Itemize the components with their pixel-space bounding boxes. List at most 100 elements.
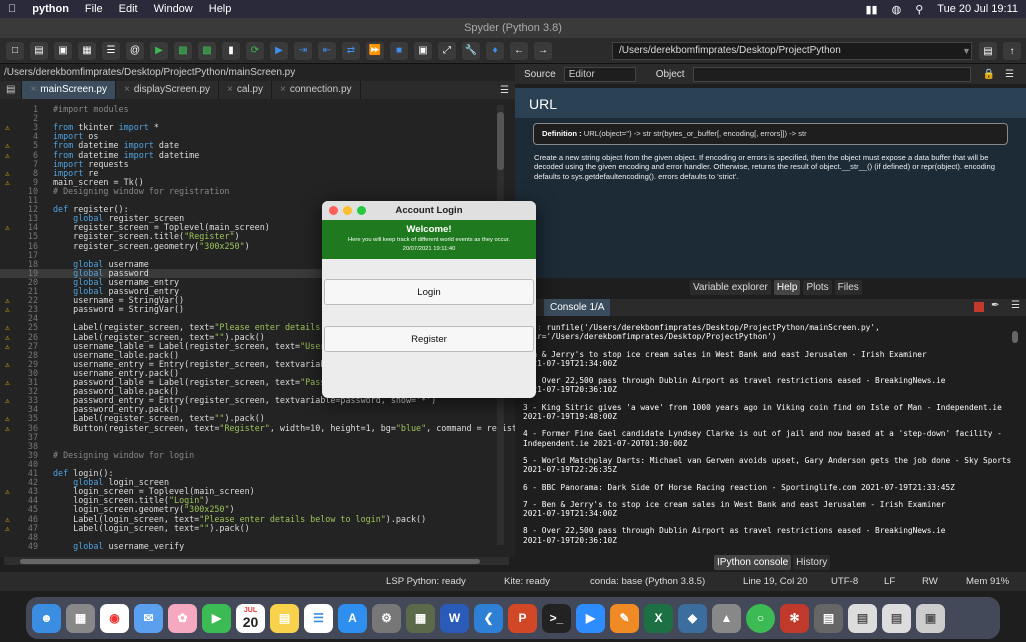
tab-help[interactable]: Help [773, 280, 801, 295]
zoom-window-icon[interactable] [357, 206, 366, 215]
console-scrollbar-thumb[interactable] [1012, 331, 1018, 343]
code-line[interactable]: 36 ⚠ Button(register_screen, text="Regist… [0, 423, 515, 433]
register-button[interactable]: Register [324, 326, 534, 352]
options-menu-icon[interactable]: ☰ [1005, 69, 1014, 80]
new-file-icon[interactable]: □ [6, 41, 24, 60]
preferences-icon[interactable]: 🔧 [462, 41, 480, 60]
close-icon[interactable]: × [30, 84, 36, 95]
warning-icon[interactable]: ⚠ [5, 141, 10, 150]
source-select[interactable]: Editor [563, 66, 636, 82]
list-icon[interactable]: ☰ [102, 41, 120, 60]
warning-icon[interactable]: ⚠ [5, 424, 10, 433]
parent-directory-icon[interactable]: ↑ [1003, 42, 1021, 60]
tab-variable-explorer[interactable]: Variable explorer [690, 280, 771, 295]
login-button[interactable]: Login [324, 279, 534, 305]
mail-icon[interactable]: ✉ [134, 603, 163, 633]
minimize-window-icon[interactable] [343, 206, 352, 215]
warning-icon[interactable]: ⚠ [5, 378, 10, 387]
calendar-icon[interactable]: JUL 20 [236, 603, 265, 633]
vscode-icon[interactable]: ❮ [474, 603, 503, 633]
app-store-icon[interactable]: A [338, 603, 367, 633]
run-selection-icon[interactable]: ▮ [222, 41, 240, 60]
run-cell-icon[interactable]: ▩ [174, 41, 192, 60]
warning-icon[interactable]: ⚠ [5, 414, 10, 423]
reminders-icon[interactable]: ☰ [304, 603, 333, 633]
tab-console[interactable]: Console 1/A [544, 299, 611, 316]
tab-plots[interactable]: Plots [803, 280, 832, 295]
warning-icon[interactable]: ⚠ [5, 223, 10, 232]
close-icon[interactable]: × [227, 84, 233, 95]
mysql-workbench-icon[interactable]: ◆ [678, 603, 707, 633]
clear-console-icon[interactable]: ✒ [991, 300, 999, 311]
tab-files[interactable]: Files [834, 280, 862, 295]
debug-step-return-icon[interactable]: ⇄ [342, 41, 360, 60]
code-line[interactable]: 37 [0, 432, 505, 442]
downloads-folder-icon[interactable]: ▤ [814, 603, 843, 633]
warning-icon[interactable]: ⚠ [5, 305, 10, 314]
save-icon[interactable]: ▣ [54, 41, 72, 60]
back-icon[interactable]: ← [510, 41, 528, 60]
close-window-icon[interactable] [329, 206, 338, 215]
warning-icon[interactable]: ⚠ [5, 515, 10, 524]
photos-icon[interactable]: ✿ [168, 603, 197, 633]
save-all-icon[interactable]: ▦ [78, 41, 96, 60]
finder-icon[interactable]: ☻ [32, 603, 61, 633]
tab-history[interactable]: History [793, 555, 831, 570]
debug-step-icon[interactable]: ⇥ [294, 41, 312, 60]
at-icon[interactable]: @ [126, 41, 144, 60]
search-icon[interactable]: ⚲ [915, 3, 923, 16]
python-path-icon[interactable]: ♦ [486, 41, 504, 60]
menu-window[interactable]: Window [154, 3, 193, 15]
object-input[interactable] [692, 66, 971, 82]
anaconda-icon[interactable]: ○ [746, 603, 775, 633]
zoom-icon[interactable]: ▶ [576, 603, 605, 633]
terminal-icon[interactable]: >_ [542, 603, 571, 633]
apple-icon[interactable]:  [8, 3, 16, 15]
warning-icon[interactable]: ⚠ [5, 396, 10, 405]
warning-icon[interactable]: ⚠ [5, 169, 10, 178]
debug-step-into-icon[interactable]: ⇤ [318, 41, 336, 60]
rerun-icon[interactable]: ⟳ [246, 41, 264, 60]
maximize-pane-icon[interactable]: ▣ [414, 41, 432, 60]
working-directory-input[interactable]: /Users/derekbomfimprates/Desktop/Project… [612, 42, 972, 60]
code-line[interactable]: 1 #import modules [0, 104, 505, 114]
code-line[interactable]: 47 ⚠ Label(login_screen, text="").pack() [0, 523, 505, 533]
document-icon[interactable]: ▤ [848, 603, 877, 633]
warning-icon[interactable]: ⚠ [5, 524, 10, 533]
fullscreen-icon[interactable]: ⤢ [438, 41, 456, 60]
close-icon[interactable]: × [280, 84, 286, 95]
menu-app-name[interactable]: python [32, 3, 69, 15]
code-line[interactable]: 10 # Designing window for registration [0, 186, 505, 196]
close-icon[interactable]: × [124, 84, 130, 95]
ipython-console[interactable]: [7]: runfile('/Users/derekbomfimprates/D… [515, 316, 1026, 552]
chevron-down-icon[interactable]: ▼ [962, 42, 974, 60]
cube-app-icon[interactable]: ▦ [406, 603, 435, 633]
code-line[interactable]: 49 global username_verify [0, 541, 505, 551]
open-file-icon[interactable]: ▤ [30, 41, 48, 60]
warning-icon[interactable]: ⚠ [5, 323, 10, 332]
debug-icon[interactable]: ▶ [270, 41, 288, 60]
battery-icon[interactable]: ▮▮ [865, 3, 877, 16]
warning-icon[interactable]: ⚠ [5, 123, 10, 132]
menu-help[interactable]: Help [209, 3, 232, 15]
debug-continue-icon[interactable]: ⏩ [366, 41, 384, 60]
tab-cal[interactable]: × cal.py [219, 81, 272, 99]
warning-icon[interactable]: ⚠ [5, 151, 10, 160]
warning-icon[interactable]: ⚠ [5, 342, 10, 351]
code-line[interactable]: 39 # Designing window for login [0, 450, 505, 460]
forward-icon[interactable]: → [534, 41, 552, 60]
warning-icon[interactable]: ⚠ [5, 296, 10, 305]
run-icon[interactable]: ▶ [150, 41, 168, 60]
tab-displayscreen[interactable]: × displayScreen.py [116, 81, 219, 99]
tab-ipython-console[interactable]: IPython console [714, 555, 792, 570]
browse-folder-icon[interactable]: ▤ [979, 42, 997, 60]
warning-icon[interactable]: ⚠ [5, 178, 10, 187]
warning-icon[interactable]: ⚠ [5, 333, 10, 342]
stop-icon[interactable]: ■ [390, 41, 408, 60]
facetime-icon[interactable]: ▶ [202, 603, 231, 633]
spyder-icon[interactable]: ✻ [780, 603, 809, 633]
warning-icon[interactable]: ⚠ [5, 360, 10, 369]
wifi-icon[interactable]: ◍ [892, 3, 902, 16]
system-preferences-icon[interactable]: ⚙ [372, 603, 401, 633]
chrome-icon[interactable]: ◉ [100, 603, 129, 633]
